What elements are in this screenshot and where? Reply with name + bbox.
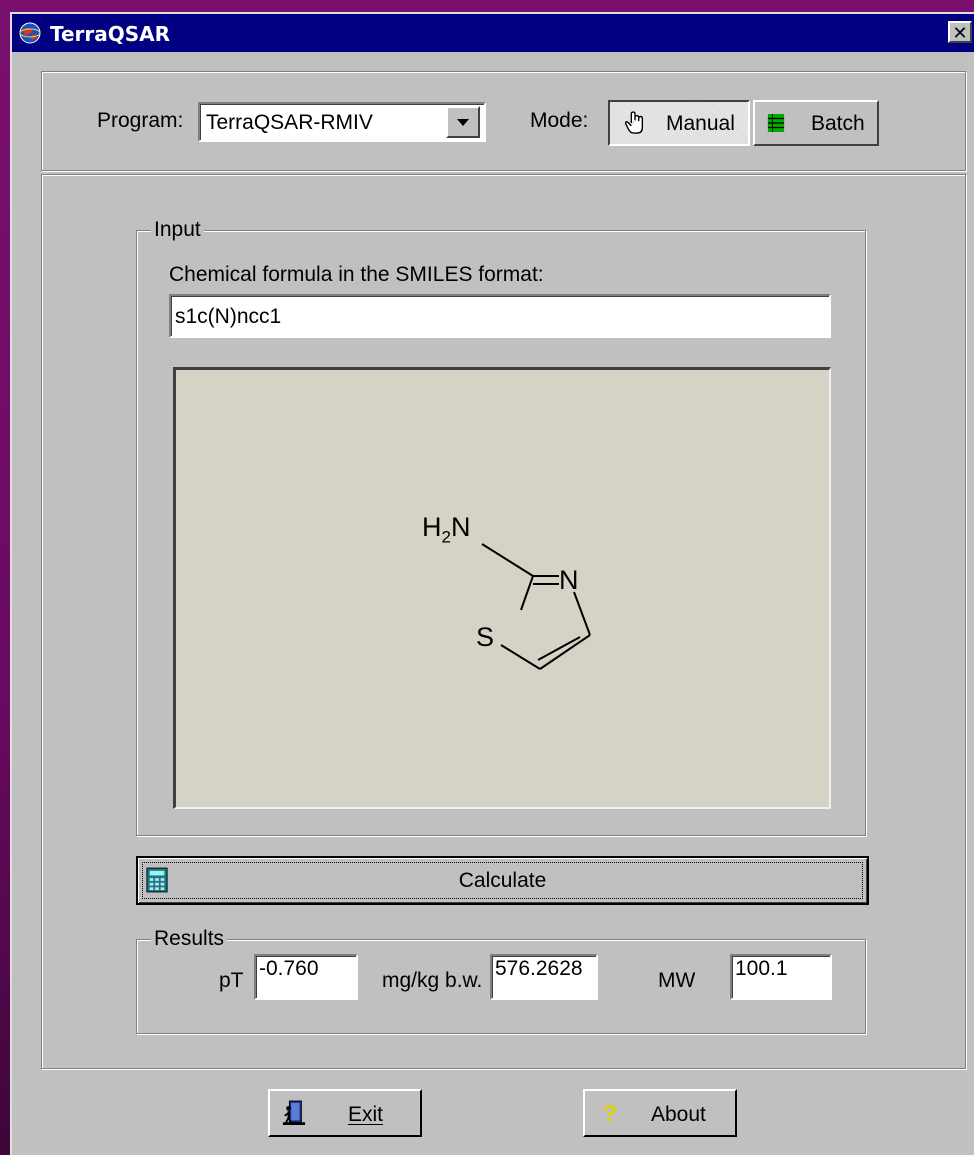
dropdown-arrow-button[interactable] [446,106,480,138]
h2n-subscript: 2 [441,527,451,547]
about-label: About [651,1103,706,1126]
calculate-label: Calculate [458,869,547,892]
window-title: TerraQSAR [50,22,171,46]
about-button[interactable]: ? About [583,1089,737,1137]
close-button[interactable]: ✕ [948,21,972,44]
batch-mode-button[interactable]: Batch [753,100,879,146]
pt-label: pT [219,969,244,992]
hand-pointer-icon [624,111,644,134]
program-select[interactable]: TerraQSAR-RMIV [198,102,486,142]
batch-mode-label: Batch [811,112,865,135]
calculate-button[interactable]: Calculate [136,856,869,905]
h2n-n-text: N [450,512,471,542]
smiles-input[interactable]: s1c(N)ncc1 [169,294,831,338]
exit-label: Exit [348,1103,384,1126]
ring-nitrogen-label: N [559,565,579,595]
title-bar[interactable]: TerraQSAR ✕ [12,14,974,52]
mode-label: Mode: [530,109,589,132]
h2n-group-label: H2N [422,512,470,552]
mw-label: MW [658,969,696,992]
smiles-input-value: s1c(N)ncc1 [175,305,282,328]
pt-value: -0.760 [259,957,319,980]
input-legend: Input [151,218,204,242]
program-select-value: TerraQSAR-RMIV [206,111,373,134]
program-label: Program: [97,109,184,132]
exit-button[interactable]: Exit [268,1089,422,1137]
structure-viewer: H2N N S [173,367,831,809]
mgkg-label: mg/kg b.w. [382,969,483,992]
close-icon: ✕ [952,23,968,44]
mw-value: 100.1 [735,957,788,980]
exit-door-icon [282,1100,306,1125]
smiles-label: Chemical formula in the SMILES format: [169,263,544,286]
terraqsar-window: TerraQSAR ✕ Program: TerraQSAR-RMIV Mode… [10,12,974,1155]
manual-mode-button[interactable]: Manual [608,100,750,146]
question-mark-icon: ? [603,1100,617,1126]
pt-value-field[interactable]: -0.760 [254,954,358,1000]
ring-sulfur-label: S [476,622,495,652]
mw-value-field[interactable]: 100.1 [730,954,832,1000]
molecule-structure [481,543,591,670]
manual-mode-label: Manual [666,112,735,135]
globe-icon [19,22,41,44]
chevron-down-icon [457,119,469,126]
h2n-h-text: H [422,512,442,542]
batch-grid-icon [767,114,785,132]
mgkg-value: 576.2628 [495,957,583,980]
svg-text:?: ? [603,1100,617,1126]
mgkg-value-field[interactable]: 576.2628 [490,954,598,1000]
results-legend: Results [151,927,228,951]
